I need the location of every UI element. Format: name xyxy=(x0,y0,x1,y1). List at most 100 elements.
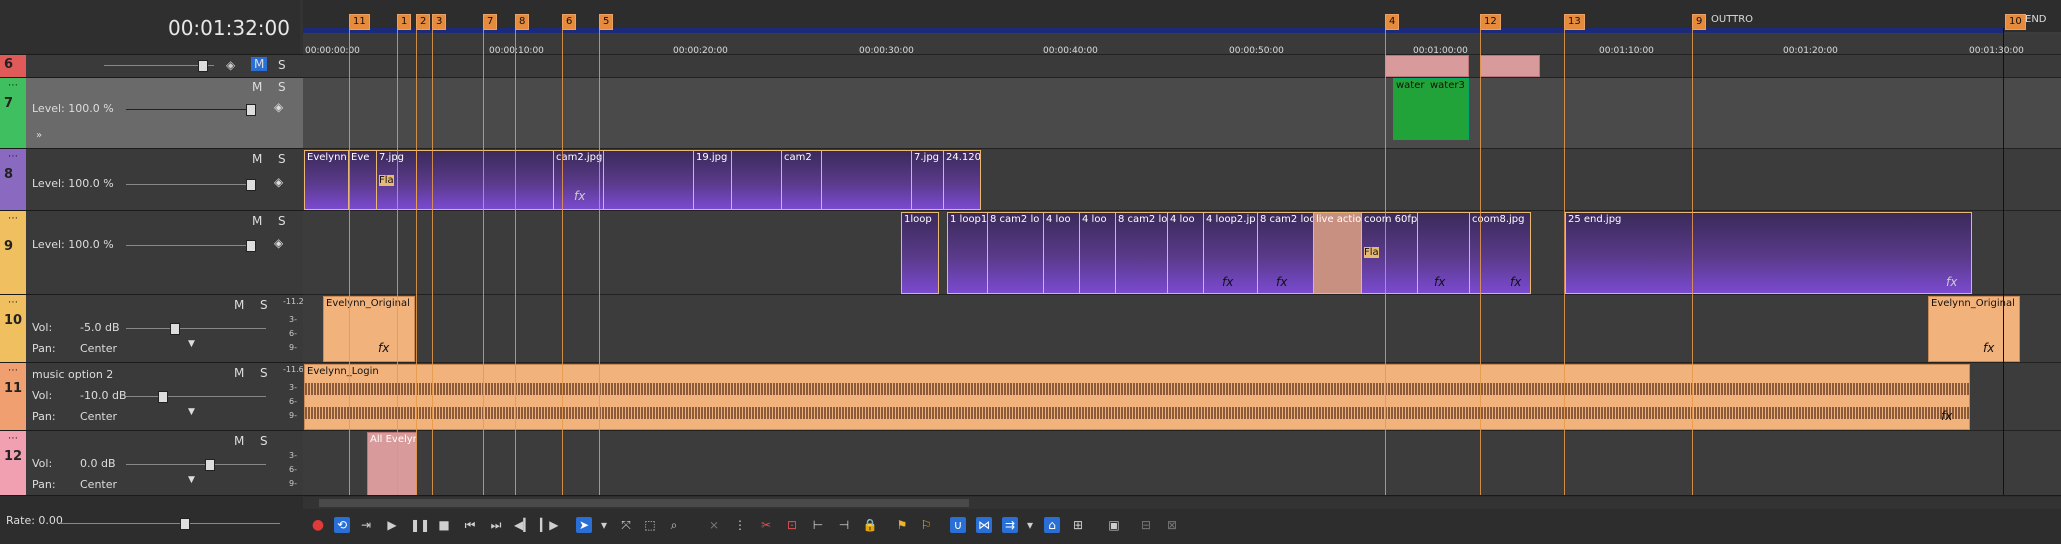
compositing-icon[interactable]: ◈ xyxy=(274,236,283,250)
trim-start-icon[interactable]: ⨯ xyxy=(706,517,722,533)
clip-evelynn-original[interactable]: Evelynn_Original fx xyxy=(323,296,415,362)
snapping-icon[interactable]: ∪ xyxy=(950,517,966,533)
mute-button-8[interactable]: M xyxy=(252,152,262,166)
clip-evelynn[interactable]: Evelynn xyxy=(304,150,350,210)
track-number-9[interactable]: ⋯ 9 xyxy=(0,211,26,295)
vol-slider-10[interactable] xyxy=(126,328,266,329)
clip-cam2loo[interactable]: 8 cam2 loo fx xyxy=(1257,212,1315,294)
compositing-icon[interactable]: ◈ xyxy=(274,100,283,114)
rate-slider[interactable] xyxy=(60,523,280,524)
clip[interactable] xyxy=(731,150,783,210)
rate-knob[interactable] xyxy=(180,518,190,530)
clip-coom8[interactable]: coom8.jpg fx xyxy=(1469,212,1531,294)
clip-cam2[interactable]: cam2.jpg fx xyxy=(553,150,605,210)
marker-flag[interactable]: 9 xyxy=(1692,14,1707,30)
vol-knob-10[interactable] xyxy=(170,323,180,335)
clip-eve[interactable]: Eve xyxy=(348,150,378,210)
go-to-start-button[interactable]: ⏮ xyxy=(462,517,478,533)
clip-coom60fps[interactable]: coom 60fps Fla xyxy=(1361,212,1419,294)
level-knob-9[interactable] xyxy=(246,240,256,252)
track-name-11[interactable]: music option 2 xyxy=(32,368,113,381)
auto-ripple-icon[interactable]: ⇉ xyxy=(1002,517,1018,533)
composite-icon[interactable]: ◈ xyxy=(226,58,235,72)
clip[interactable] xyxy=(416,150,555,210)
solo-button-9[interactable]: S xyxy=(278,214,286,228)
track-number-11[interactable]: ⋯ 11 xyxy=(0,363,26,431)
pan-indicator-icon[interactable]: ▼ xyxy=(188,407,195,417)
pan-indicator-icon[interactable]: ▼ xyxy=(188,475,195,485)
horizontal-scrollbar[interactable] xyxy=(303,497,2061,509)
vol-knob-11[interactable] xyxy=(158,391,168,403)
marker-flag[interactable]: 13 xyxy=(1564,14,1585,30)
track-header-11[interactable]: ⋯ 11 music option 2 M S -11.6 3- 6- 9- Vo… xyxy=(0,362,304,431)
solo-button-10[interactable]: S xyxy=(260,298,268,312)
mute-button-6[interactable]: M xyxy=(251,57,268,71)
clip-4loo-b[interactable]: 4 loo xyxy=(1079,212,1117,294)
mute-button-9[interactable]: M xyxy=(252,214,262,228)
solo-button-7[interactable]: S xyxy=(278,80,286,94)
pause-button[interactable]: ❚❚ xyxy=(410,517,430,533)
vol-slider-11[interactable] xyxy=(126,396,266,397)
marker-flag[interactable]: 4 xyxy=(1385,14,1400,30)
envelope-tool-icon[interactable]: ⤧ xyxy=(618,517,634,533)
loop-region-bar[interactable] xyxy=(303,28,2003,33)
track-header-6[interactable]: 6 ◈ M S xyxy=(0,54,303,78)
track-number-12[interactable]: ⋯ 12 xyxy=(0,431,26,496)
compositing-icon[interactable]: ◈ xyxy=(274,175,283,189)
clip-4loop2[interactable]: 4 loop2.jp fx xyxy=(1203,212,1259,294)
disabled-icon[interactable]: ⊟ xyxy=(1138,517,1154,533)
marker-flag[interactable]: 12 xyxy=(1480,14,1501,30)
pan-indicator-icon[interactable]: ▼ xyxy=(188,339,195,349)
clip-cam2b[interactable]: cam2 xyxy=(781,150,823,210)
clip[interactable] xyxy=(603,150,695,210)
copy-icon[interactable]: ⊣ xyxy=(836,517,852,533)
marker-flag[interactable]: 6 xyxy=(562,14,577,30)
track-number-6[interactable]: 6 xyxy=(0,55,26,78)
level-knob-8[interactable] xyxy=(246,179,256,191)
ignore-grouping-icon[interactable]: ⊞ xyxy=(1070,517,1086,533)
clip[interactable] xyxy=(1385,55,1469,77)
solo-button-8[interactable]: S xyxy=(278,152,286,166)
track-lane-10[interactable] xyxy=(303,294,2061,363)
delete-icon[interactable]: ✂ xyxy=(758,517,774,533)
clip-7jpg-b[interactable]: 7.jpg xyxy=(911,150,945,210)
track-header-7[interactable]: ⋯ 7 M S Level: 100.0 % ◈ » xyxy=(0,77,303,149)
insert-region-icon[interactable]: ⚐ xyxy=(918,517,934,533)
marker-flag[interactable]: 1 xyxy=(397,14,412,30)
clip-1loop1[interactable]: 1 loop1 xyxy=(947,212,989,294)
track-number-10[interactable]: ⋯ 10 xyxy=(0,295,26,363)
mute-button-7[interactable]: M xyxy=(252,80,262,94)
track-lane-12[interactable] xyxy=(303,430,2061,495)
vol-knob-12[interactable] xyxy=(205,459,215,471)
disabled-icon[interactable]: ⊠ xyxy=(1164,517,1180,533)
level-knob-7[interactable] xyxy=(246,104,256,116)
track-6-slider-knob[interactable] xyxy=(198,60,208,72)
mute-button-10[interactable]: M xyxy=(234,298,244,312)
marker-flag[interactable]: 10 xyxy=(2005,14,2026,30)
clip-25end[interactable]: 25 end.jpg fx xyxy=(1565,212,1972,294)
marker-flag[interactable]: 3 xyxy=(432,14,447,30)
color-settings-icon[interactable]: ▣ xyxy=(1106,517,1122,533)
clip-cam2lo-b[interactable]: 8 cam2 lo xyxy=(1115,212,1169,294)
ripple-dropdown-icon[interactable]: ▾ xyxy=(1022,517,1038,533)
play-button[interactable]: ▶ xyxy=(384,517,400,533)
track-number-7[interactable]: ⋯ 7 xyxy=(0,78,26,149)
clip-evelynn-login[interactable]: Evelynn_Login fx xyxy=(304,364,1970,430)
insert-marker-icon[interactable]: ⚑ xyxy=(894,517,910,533)
prev-frame-button[interactable]: ◀▎ xyxy=(514,517,532,533)
clip[interactable]: fx xyxy=(1417,212,1471,294)
mute-button-12[interactable]: M xyxy=(234,434,244,448)
marker-flag[interactable]: 11 xyxy=(349,14,370,30)
level-slider-7[interactable] xyxy=(126,109,256,110)
clip-all-evelyn[interactable]: All Evelyn xyxy=(367,432,417,495)
level-slider-8[interactable] xyxy=(126,184,256,185)
mute-button-11[interactable]: M xyxy=(234,366,244,380)
track-lane-7[interactable] xyxy=(303,77,2061,149)
track-header-12[interactable]: ⋯ 12 M S 3- 6- 9- Vol: 0.0 dB Pan: Center… xyxy=(0,430,303,496)
clip-evelynn-original-b[interactable]: Evelynn_Original fx xyxy=(1928,296,2020,362)
track-header-10[interactable]: ⋯ 10 M S -11.2 3- 6- 9- Vol: -5.0 dB Pan:… xyxy=(0,294,304,363)
clip-4loo-c[interactable]: 4 loo xyxy=(1167,212,1205,294)
solo-button-12[interactable]: S xyxy=(260,434,268,448)
vol-slider-12[interactable] xyxy=(126,464,266,465)
tool-dropdown-icon[interactable]: ▾ xyxy=(596,517,612,533)
